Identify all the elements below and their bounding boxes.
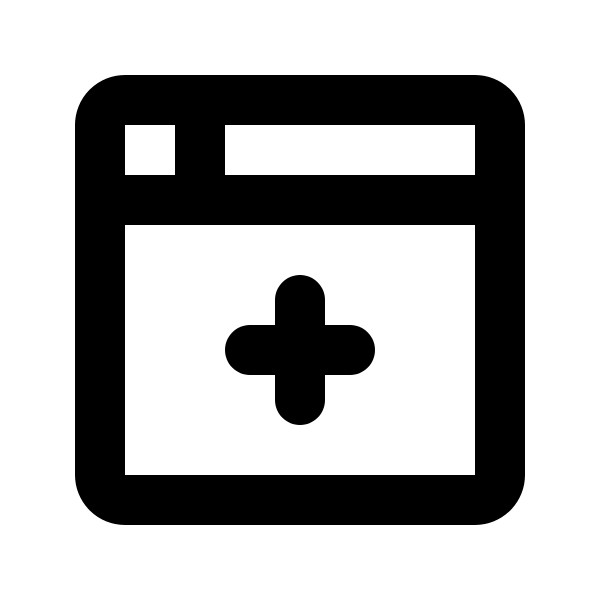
icon-canvas (0, 0, 600, 600)
browser-window-add-icon (75, 75, 525, 525)
